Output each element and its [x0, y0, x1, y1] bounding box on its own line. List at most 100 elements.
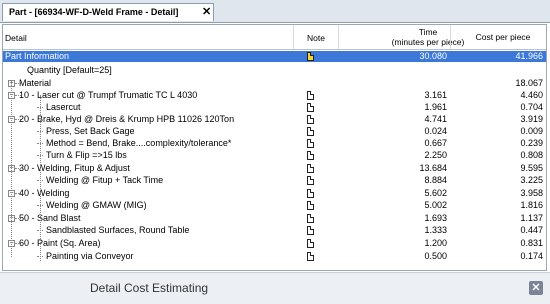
table-row[interactable]: −50 - Sand Blast 1.693 1.137	[3, 213, 546, 224]
detail-cell: 10 - Laser cut @ Trumpf Trumatic TC L 40…	[19, 90, 198, 100]
note-cell[interactable]	[307, 189, 316, 198]
note-cell[interactable]	[307, 164, 316, 173]
note-icon[interactable]	[307, 115, 314, 124]
column-header-note[interactable]: Note	[296, 33, 336, 43]
note-icon[interactable]	[307, 164, 314, 173]
table-row[interactable]: Method = Bend, Brake....complexity/toler…	[3, 138, 546, 149]
time-cell: 1.693	[424, 213, 447, 223]
time-cell: 1.961	[424, 102, 447, 112]
cost-cell: 0.174	[520, 251, 543, 261]
time-cell: 0.500	[424, 251, 447, 261]
table-row[interactable]: Lasercut 1.961 0.704	[3, 102, 546, 113]
cost-cell: 18.067	[515, 78, 543, 88]
column-header-detail[interactable]: Detail	[5, 33, 27, 43]
note-cell[interactable]	[307, 226, 316, 235]
column-divider[interactable]	[450, 25, 451, 49]
note-cell[interactable]	[307, 52, 316, 61]
note-icon[interactable]	[307, 176, 314, 185]
note-cell[interactable]	[307, 252, 316, 261]
detail-cell: Welding @ GMAW (MIG)	[46, 200, 147, 210]
tab-part-detail[interactable]: Part - [66934-WF-D-Weld Frame - Detail] …	[2, 3, 214, 21]
note-icon[interactable]	[307, 201, 314, 210]
detail-cell: Lasercut	[46, 102, 81, 112]
note-icon[interactable]	[307, 127, 314, 136]
table-row[interactable]: −60 - Paint (Sq. Area) 1.200 0.831	[3, 238, 546, 249]
footer-title: Detail Cost Estimating	[90, 281, 209, 295]
table-row[interactable]: −40 - Welding 5.602 3.958	[3, 188, 546, 199]
detail-cell: 40 - Welding	[19, 188, 70, 198]
note-cell[interactable]	[307, 139, 316, 148]
table-row[interactable]: Press, Set Back Gage 0.024 0.009	[3, 126, 546, 137]
time-cell: 0.667	[424, 138, 447, 148]
note-cell[interactable]	[307, 151, 316, 160]
cost-cell: 1.816	[520, 200, 543, 210]
column-divider[interactable]	[338, 25, 339, 49]
note-icon[interactable]	[307, 214, 314, 223]
table-row[interactable]: Quantity [Default=25]	[3, 65, 546, 76]
cost-cell: 3.958	[520, 188, 543, 198]
time-cell: 30.080	[419, 51, 447, 61]
tree-guide	[11, 85, 12, 257]
grid-header: Detail Note Time (minutes per piece) Cos…	[3, 25, 546, 50]
column-header-cost[interactable]: Cost per piece	[458, 32, 546, 42]
time-cell: 2.250	[424, 150, 447, 160]
detail-cell: Sandblasted Surfaces, Round Table	[46, 225, 190, 235]
table-row[interactable]: −30 - Welding, Fitup & Adjust 13.684 9.595	[3, 163, 546, 174]
note-cell[interactable]	[307, 91, 316, 100]
note-cell[interactable]	[307, 214, 316, 223]
detail-cell: Welding @ Fitup + Tack Time	[46, 175, 164, 185]
table-row[interactable]: Part Information 30.080 41.966	[3, 51, 546, 62]
cost-cell: 1.137	[520, 213, 543, 223]
note-cell[interactable]	[307, 115, 316, 124]
table-row[interactable]: Welding @ Fitup + Tack Time 8.884 3.225	[3, 175, 546, 186]
detail-cell: 20 - Brake, Hyd @ Dreis & Krump HPB 1102…	[19, 114, 235, 124]
close-icon[interactable]: ✕	[529, 281, 543, 295]
cost-cell: 0.831	[520, 238, 543, 248]
time-cell: 0.024	[424, 126, 447, 136]
cost-cell: 0.009	[520, 126, 543, 136]
cost-cell: 0.447	[520, 225, 543, 235]
table-row[interactable]: Welding @ GMAW (MIG) 5.002 1.816	[3, 200, 546, 211]
note-icon[interactable]	[307, 239, 314, 248]
note-cell[interactable]	[307, 127, 316, 136]
note-icon[interactable]	[307, 103, 314, 112]
time-cell: 13.684	[419, 163, 447, 173]
table-row[interactable]: Painting via Conveyor 0.500 0.174	[3, 251, 546, 262]
table-row[interactable]: Turn & Flip =>15 lbs 2.250 0.808	[3, 150, 546, 161]
close-icon[interactable]: ✕	[202, 5, 211, 19]
detail-cell: Part Information	[5, 51, 70, 61]
table-row[interactable]: −20 - Brake, Hyd @ Dreis & Krump HPB 110…	[3, 114, 546, 125]
table-row[interactable]: Sandblasted Surfaces, Round Table 1.333 0.…	[3, 225, 546, 236]
note-icon[interactable]	[307, 139, 314, 148]
time-cell: 3.161	[424, 90, 447, 100]
cost-cell: 3.919	[520, 114, 543, 124]
cost-cell: 3.225	[520, 175, 543, 185]
note-cell[interactable]	[307, 239, 316, 248]
detail-cell: Turn & Flip =>15 lbs	[46, 150, 127, 160]
note-icon[interactable]	[307, 91, 314, 100]
column-divider[interactable]	[293, 25, 294, 49]
time-cell: 1.333	[424, 225, 447, 235]
detail-cell: 50 - Sand Blast	[19, 213, 81, 223]
table-row[interactable]: −10 - Laser cut @ Trumpf Trumatic TC L 4…	[3, 90, 546, 101]
cost-cell: 0.239	[520, 138, 543, 148]
note-filled-icon[interactable]	[307, 52, 314, 61]
column-header-time-line1: Time	[418, 27, 438, 37]
note-icon[interactable]	[307, 189, 314, 198]
footer-bar: Detail Cost Estimating ✕	[0, 272, 550, 304]
table-row[interactable]: + Material 18.067	[3, 78, 546, 89]
tree-guide	[40, 95, 41, 261]
detail-cell: Press, Set Back Gage	[46, 126, 135, 136]
note-icon[interactable]	[307, 252, 314, 261]
detail-cell: Quantity [Default=25]	[27, 65, 112, 75]
time-cell: 5.002	[424, 200, 447, 210]
note-cell[interactable]	[307, 103, 316, 112]
time-cell: 5.602	[424, 188, 447, 198]
note-icon[interactable]	[307, 151, 314, 160]
note-icon[interactable]	[307, 226, 314, 235]
cost-cell: 4.460	[520, 90, 543, 100]
note-cell[interactable]	[307, 201, 316, 210]
detail-cell: Method = Bend, Brake....complexity/toler…	[46, 138, 232, 148]
note-cell[interactable]	[307, 176, 316, 185]
tab-bar: Part - [66934-WF-D-Weld Frame - Detail] …	[0, 0, 550, 23]
